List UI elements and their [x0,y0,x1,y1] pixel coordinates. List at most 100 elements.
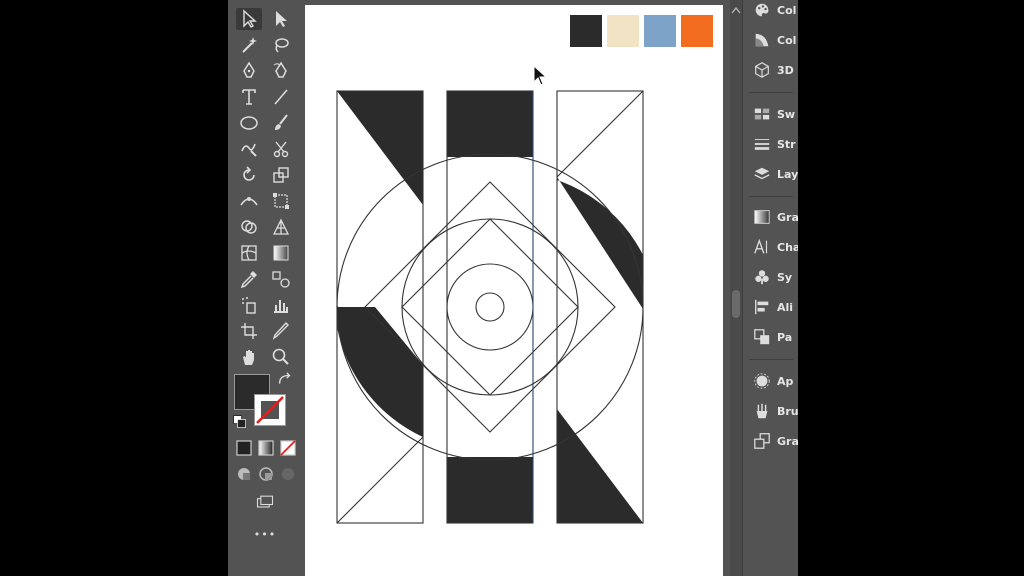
edit-toolbar-button[interactable]: ••• [252,528,278,544]
panel-swatches[interactable]: Sw [753,104,798,124]
curvature-tool[interactable] [268,60,294,82]
type-icon [242,89,256,105]
panel-label: Pa [777,330,793,344]
panel-color[interactable]: Col [753,30,798,50]
type-tool[interactable] [236,86,262,108]
swatches-icon [754,108,770,120]
slice-tool[interactable] [268,320,294,342]
scale-tool[interactable] [268,164,294,186]
swap-fill-stroke-button[interactable] [276,372,294,388]
character-icon [754,238,768,254]
direct-selection-tool[interactable] [268,8,294,30]
draw-normal-icon [238,468,250,480]
draw-normal-button[interactable] [234,464,254,484]
brushes-icon [756,403,768,419]
direct-selection-icon [276,11,287,27]
perspective-grid-icon [272,218,290,235]
panel-appearance[interactable]: Ap [753,371,798,391]
selection-tool[interactable] [236,8,262,30]
curvature-pen-icon [273,61,287,78]
none-mode-button[interactable] [278,438,298,458]
default-fill-stroke-button[interactable] [232,414,248,430]
solid-color-icon [236,440,252,456]
panel-label: Ali [777,300,794,314]
rotate-icon [243,166,255,181]
panel-brushes[interactable]: Bru [753,401,798,421]
panel-pathfinder[interactable]: Pa [753,327,798,347]
screen-mode-icon [256,495,274,508]
panel-character[interactable]: Cha [753,237,798,257]
symbol-sprayer-tool[interactable] [236,294,262,316]
panel-color-guide[interactable]: Col [753,0,798,20]
gradient-tool[interactable] [268,242,294,264]
appearance-icon [754,373,770,389]
ellipse-tool[interactable] [236,112,262,134]
align-icon [755,299,769,315]
stroke-swatch[interactable] [254,394,286,426]
magic-wand-icon [242,37,257,53]
width-tool[interactable] [236,190,262,212]
pen-tool[interactable] [236,60,262,82]
panel-label: Lay [777,167,798,181]
canvas-area[interactable] [300,0,730,576]
scrollbar-thumb[interactable] [732,290,740,318]
color-mode-button[interactable] [234,438,254,458]
shaper-tool[interactable] [236,138,262,160]
panel-stroke[interactable]: Str [753,134,798,154]
gradient-tool-icon [273,245,289,261]
free-transform-tool[interactable] [268,190,294,212]
artboard-tool[interactable] [236,320,262,342]
gradient-mode-button[interactable] [256,438,276,458]
change-screen-mode-button[interactable] [252,492,278,512]
panel-label: Col [777,33,797,47]
scissors-tool[interactable] [268,138,294,160]
panel-label: Sw [777,107,796,121]
panel-label: 3D [777,63,794,77]
mesh-icon [241,245,257,261]
zoom-tool[interactable] [268,346,294,368]
layers-icon [754,167,770,180]
paintbrush-tool[interactable] [268,112,294,134]
panel-gradient[interactable]: Gra [753,207,798,227]
panel-separator [749,359,793,360]
scale-icon [273,167,289,183]
lasso-tool[interactable] [268,34,294,56]
vertical-scrollbar[interactable] [730,0,742,576]
perspective-grid-tool[interactable] [268,216,294,238]
zoom-magnifier-icon [272,348,289,365]
selection-arrow-icon [243,9,257,28]
symbols-icon [755,270,769,285]
panel-label: Bru [777,404,798,418]
eyedropper-tool[interactable] [236,268,262,290]
blend-tool[interactable] [268,268,294,290]
shape-builder-icon [241,220,257,234]
panel-label: Gra [777,434,798,448]
column-graph-tool[interactable] [268,294,294,316]
panel-label: Gra [777,210,798,224]
magic-wand-tool[interactable] [236,34,262,56]
artboard-icon [241,323,257,339]
gradient-icon [754,210,770,224]
panel-label: Cha [777,240,798,254]
panel-separator [749,196,793,197]
artboard[interactable] [305,5,723,576]
column-graph-icon [274,300,288,313]
draw-behind-button[interactable] [256,464,276,484]
collapse-chevron-icon[interactable] [731,6,741,14]
panel-3d[interactable]: 3D [753,60,798,80]
hand-tool[interactable] [236,346,262,368]
panel-layers[interactable]: Lay [753,164,798,184]
draw-behind-icon [259,467,273,481]
draw-inside-button[interactable] [278,464,298,484]
shape-builder-tool[interactable] [236,216,262,238]
panel-symbols[interactable]: Sy [753,267,798,287]
gradient-swatch-icon [258,440,274,456]
draw-inside-icon [282,468,294,480]
panel-align[interactable]: Ali [753,297,798,317]
default-colors-icon [233,415,246,428]
panel-graphic-styles[interactable]: Gra [753,431,798,451]
rotate-tool[interactable] [236,164,262,186]
palette-swatch-orange [681,15,713,47]
mesh-tool[interactable] [236,242,262,264]
line-segment-tool[interactable] [268,86,294,108]
